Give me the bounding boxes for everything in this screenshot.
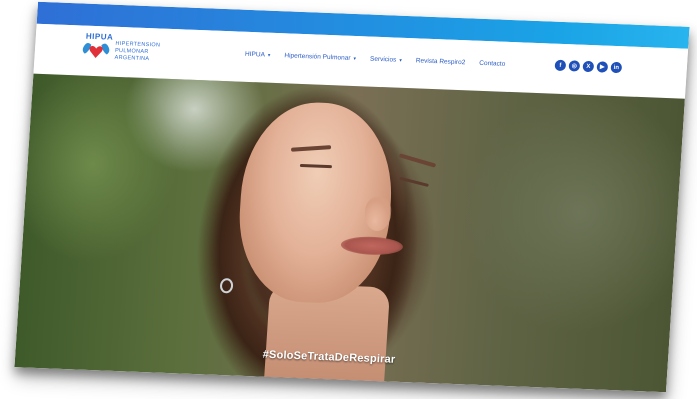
menu-item-servicios[interactable]: Servicios ▾	[370, 56, 402, 64]
menu-label: HIPUA	[244, 50, 266, 59]
menu-item-revista[interactable]: Revista Respiro2	[416, 57, 466, 66]
menu-item-hipua[interactable]: HIPUA ▾	[245, 51, 271, 59]
menu-label: Servicios	[369, 55, 397, 64]
chevron-down-icon: ▾	[399, 57, 403, 64]
logo-wordmark: HIPERTENSION PULMONAR ARGENTINA	[114, 41, 160, 64]
menu-label: Revista Respiro2	[415, 57, 466, 67]
facebook-icon[interactable]: f	[554, 59, 567, 72]
x-icon[interactable]: X	[582, 60, 595, 73]
menu-item-contacto[interactable]: Contacto	[479, 60, 505, 68]
social-links: f ◎ X ▶ in	[554, 59, 623, 74]
chevron-down-icon: ▾	[353, 55, 357, 62]
instagram-icon[interactable]: ◎	[568, 60, 581, 72]
browser-page: HIPUA HIPERTENSION PULMONAR ARGENTINA HI…	[14, 1, 690, 393]
menu-label: Hipertensión Pulmonar	[284, 52, 351, 62]
menu-item-hipertension-pulmonar[interactable]: Hipertensión Pulmonar ▾	[284, 52, 356, 62]
linkedin-icon[interactable]: in	[610, 61, 623, 74]
hero-banner: #SoloSeTrataDeRespirar	[14, 73, 685, 393]
chevron-down-icon: ▾	[267, 52, 271, 59]
main-menu: HIPUA ▾ Hipertensión Pulmonar ▾ Servicio…	[245, 51, 506, 68]
heart-lungs-icon	[82, 42, 110, 59]
menu-label: Contacto	[479, 59, 506, 68]
youtube-icon[interactable]: ▶	[596, 61, 609, 73]
site-logo[interactable]: HIPUA HIPERTENSION PULMONAR ARGENTINA	[80, 32, 172, 73]
logo-line: ARGENTINA	[114, 54, 150, 63]
